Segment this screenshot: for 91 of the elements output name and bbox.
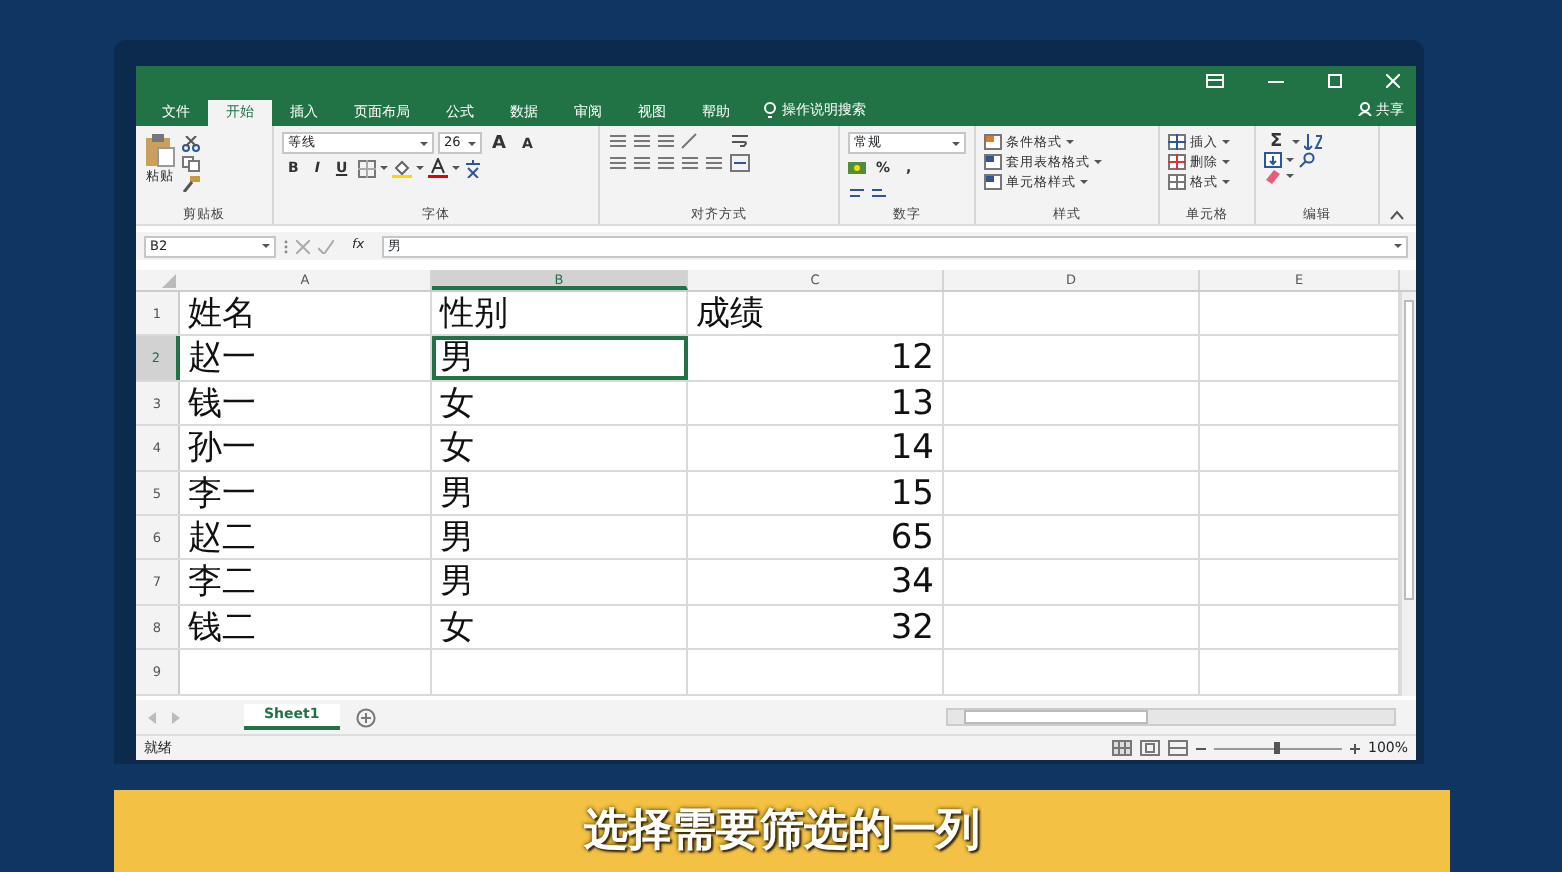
decrease-indent-icon[interactable] — [680, 154, 700, 172]
caret-icon[interactable] — [1292, 140, 1301, 144]
format-cells-icon[interactable] — [1168, 174, 1186, 190]
caret-icon[interactable] — [952, 141, 960, 145]
table-cell: 成绩 — [688, 292, 944, 335]
caret-icon[interactable] — [1222, 180, 1230, 184]
increase-indent-icon[interactable] — [704, 154, 724, 172]
scrollbar-thumb[interactable] — [964, 710, 1148, 724]
subtitle: 选择需要筛选的一列 — [584, 804, 980, 860]
caret-icon[interactable] — [262, 244, 270, 248]
table-cell: 32 — [688, 605, 944, 649]
search-icon[interactable] — [1298, 152, 1316, 168]
table-cell: 男 — [432, 515, 688, 559]
table-cell: 12 — [688, 336, 944, 380]
delete-cells-icon[interactable] — [1168, 154, 1186, 170]
caret-icon[interactable] — [379, 166, 388, 170]
maximize-icon[interactable] — [1328, 74, 1342, 88]
table-cell: 李二 — [180, 560, 432, 604]
merge-cells-icon[interactable] — [730, 154, 750, 172]
align-left-icon[interactable] — [608, 154, 628, 172]
caret-icon[interactable] — [1394, 244, 1402, 248]
collapse-icon[interactable] — [1390, 210, 1404, 220]
caret-icon[interactable] — [451, 166, 460, 170]
ribbon-display-icon[interactable] — [1206, 74, 1224, 88]
align-bottom-icon[interactable] — [656, 132, 676, 150]
conditional-format-icon[interactable] — [984, 134, 1002, 150]
check-icon[interactable] — [318, 239, 334, 253]
page-layout-icon[interactable] — [1139, 740, 1160, 756]
table-cell: 孙一 — [180, 426, 432, 470]
table-cell: 性别 — [432, 292, 688, 335]
table-cell: 赵二 — [180, 515, 432, 559]
grow-font-button[interactable]: A — [486, 133, 512, 153]
table-cell: 女 — [432, 381, 688, 425]
table-cell: 女 — [432, 426, 688, 470]
copy-icon[interactable] — [182, 156, 200, 172]
table-cell: 姓名 — [180, 292, 432, 335]
table-cell: 15 — [688, 471, 944, 514]
add-sheet-icon[interactable] — [355, 707, 376, 727]
caret-icon[interactable] — [468, 141, 476, 145]
wrap-text-icon[interactable] — [730, 132, 750, 150]
font-color-icon[interactable] — [427, 158, 448, 178]
caret-icon[interactable] — [1080, 180, 1088, 184]
paste-icon[interactable] — [144, 132, 176, 168]
close-icon[interactable] — [1386, 74, 1400, 88]
table-cell: 李一 — [180, 471, 432, 514]
table-cell: 钱二 — [180, 605, 432, 649]
lightbulb-icon[interactable] — [764, 101, 776, 118]
table-format-icon[interactable] — [984, 154, 1002, 170]
page-break-icon[interactable] — [1167, 740, 1188, 756]
align-middle-icon[interactable] — [632, 132, 652, 150]
align-top-icon[interactable] — [608, 132, 628, 150]
sort-icon[interactable] — [1304, 134, 1323, 150]
insert-cells-icon[interactable] — [1168, 134, 1186, 150]
horizontal-scrollbar[interactable] — [946, 708, 1396, 726]
table-cell: 钱一 — [180, 381, 432, 425]
table-cell: 男 — [432, 560, 688, 604]
table-cell: 13 — [688, 381, 944, 425]
table-cell: 男 — [432, 471, 688, 514]
zoom-slider-thumb[interactable] — [1274, 742, 1281, 754]
fill-color-icon[interactable] — [391, 158, 412, 178]
table-cell: 65 — [688, 515, 944, 559]
active-cell[interactable]: 男 — [432, 336, 688, 380]
caret-icon[interactable] — [1286, 174, 1294, 178]
table-cell: 14 — [688, 426, 944, 470]
zoom-in-icon[interactable] — [1349, 743, 1360, 753]
person-icon[interactable] — [1358, 102, 1372, 117]
caret-icon[interactable] — [1222, 160, 1230, 164]
table-cell: 女 — [432, 605, 688, 649]
table-cell: 赵一 — [180, 336, 432, 380]
autosum-button[interactable]: Σ — [1264, 132, 1289, 152]
vertical-scrollbar[interactable] — [1400, 292, 1416, 696]
cell-styles-icon[interactable] — [984, 174, 1002, 190]
scrollbar-thumb[interactable] — [1404, 300, 1414, 600]
caret-icon[interactable] — [1222, 140, 1230, 144]
table-cell: 34 — [688, 560, 944, 604]
phonetic-icon[interactable] — [463, 159, 482, 177]
caret-icon[interactable] — [420, 141, 428, 145]
align-center-icon[interactable] — [632, 154, 652, 172]
caret-icon[interactable] — [1094, 160, 1102, 164]
zoom-out-icon[interactable] — [1195, 743, 1206, 753]
normal-view-icon[interactable] — [1111, 740, 1132, 756]
caret-icon[interactable] — [415, 166, 424, 170]
caret-icon[interactable] — [1286, 158, 1294, 162]
fill-down-icon[interactable] — [1264, 152, 1282, 168]
borders-icon[interactable] — [357, 159, 376, 177]
caret-icon[interactable] — [1066, 140, 1074, 144]
scissors-icon[interactable] — [182, 136, 200, 152]
align-right-icon[interactable] — [656, 154, 676, 172]
currency-icon[interactable] — [848, 160, 866, 176]
eraser-icon[interactable] — [1264, 168, 1282, 184]
brush-icon[interactable] — [182, 176, 200, 192]
